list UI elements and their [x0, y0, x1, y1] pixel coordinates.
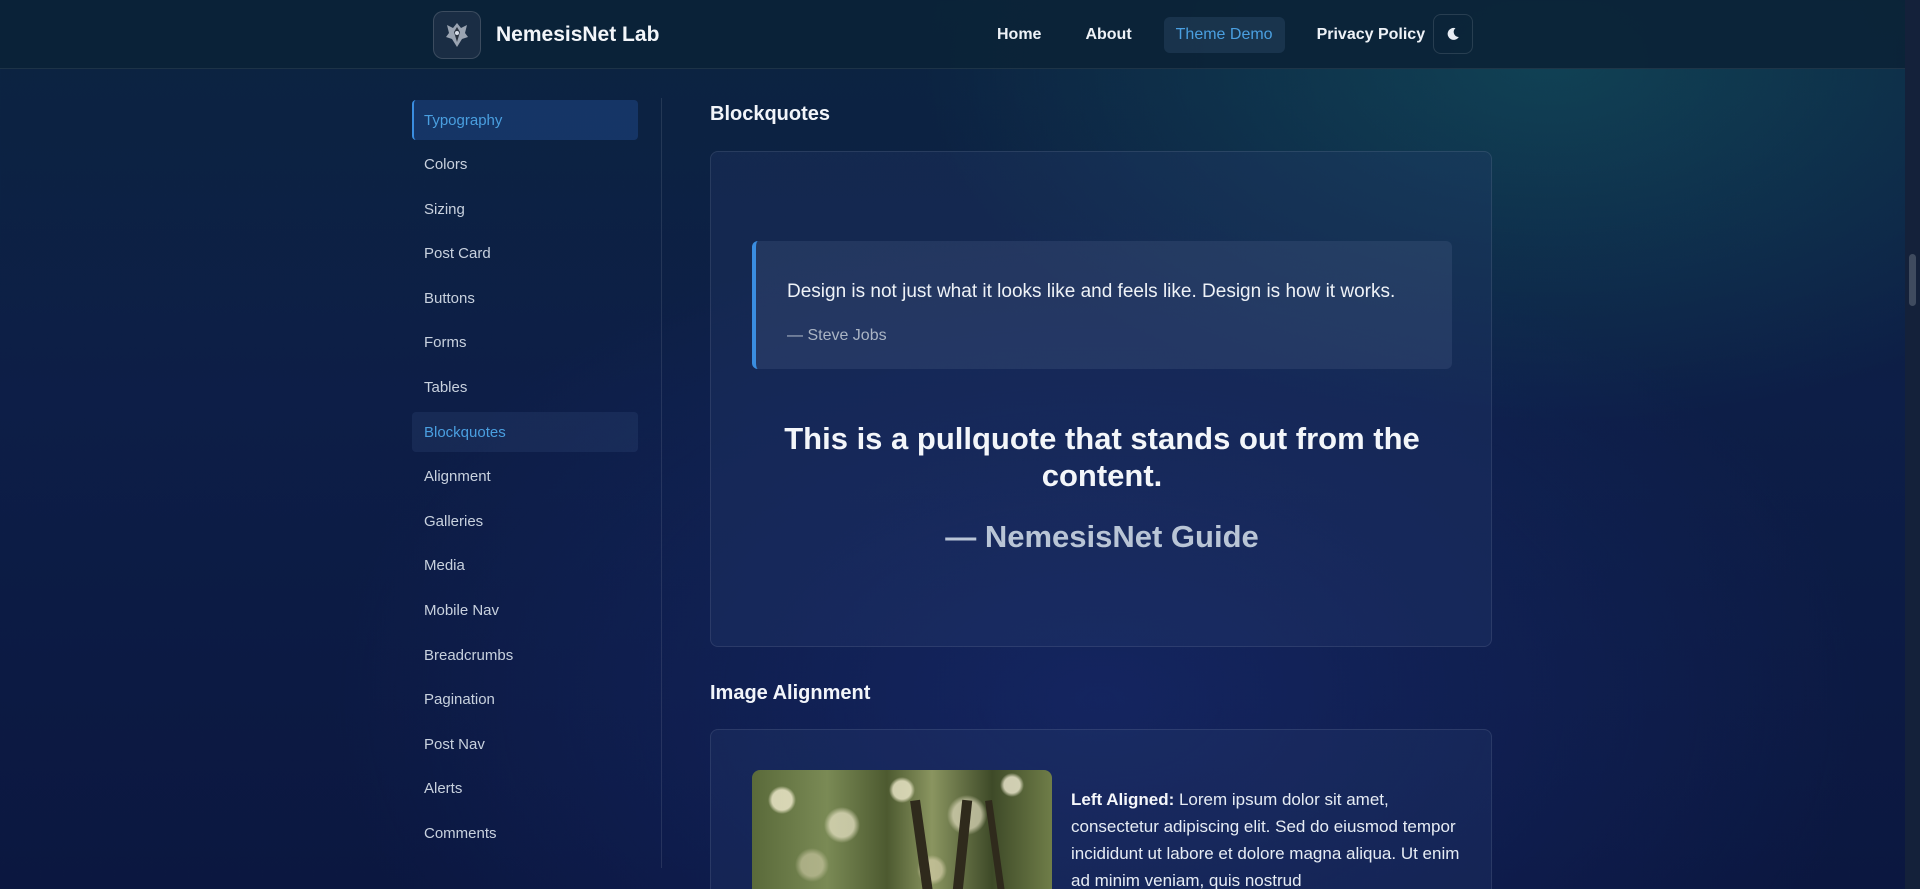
- theme-toggle-button[interactable]: [1433, 14, 1473, 54]
- sidebar-item-media[interactable]: Media: [412, 546, 638, 586]
- sidebar-item-buttons[interactable]: Buttons: [412, 278, 638, 318]
- brand-name: NemesisNet Lab: [496, 23, 660, 46]
- moon-icon: [1447, 27, 1459, 40]
- pullquote-text: This is a pullquote that stands out from…: [784, 421, 1420, 493]
- logo-icon: [433, 11, 481, 59]
- sidebar-item-pagination[interactable]: Pagination: [412, 680, 638, 720]
- sidebar-item-mobile-nav[interactable]: Mobile Nav: [412, 591, 638, 631]
- left-aligned-image: [752, 770, 1052, 889]
- left-aligned-text: Left Aligned: Lorem ipsum dolor sit amet…: [1071, 786, 1461, 889]
- image-alignment-card: Left Aligned: Lorem ipsum dolor sit amet…: [710, 729, 1492, 889]
- sidebar-item-alerts[interactable]: Alerts: [412, 769, 638, 809]
- sidebar-item-blockquotes[interactable]: Blockquotes: [412, 412, 638, 453]
- sidebar-item-forms[interactable]: Forms: [412, 323, 638, 363]
- sidebar-item-sizing[interactable]: Sizing: [412, 189, 638, 229]
- section-title-image-alignment: Image Alignment: [710, 682, 871, 704]
- sidebar-item-alignment[interactable]: Alignment: [412, 457, 638, 497]
- sidebar-item-comments[interactable]: Comments: [412, 814, 638, 854]
- scrollbar-thumb[interactable]: [1909, 254, 1916, 306]
- page-scrollbar[interactable]: [1905, 0, 1920, 889]
- sidebar-nav: Typography Colors Sizing Post Card Butto…: [412, 100, 638, 858]
- sidebar-divider: [661, 98, 662, 868]
- nav-home[interactable]: Home: [985, 17, 1053, 53]
- sidebar-item-post-card[interactable]: Post Card: [412, 234, 638, 274]
- nav-theme-demo[interactable]: Theme Demo: [1163, 17, 1285, 53]
- brand-link[interactable]: NemesisNet Lab: [433, 11, 659, 59]
- section-title-blockquotes: Blockquotes: [710, 103, 831, 125]
- nav-about[interactable]: About: [1073, 17, 1143, 53]
- pullquote-cite: — NemesisNet Guide: [945, 519, 1259, 554]
- sidebar-item-colors[interactable]: Colors: [412, 145, 638, 185]
- main-nav: Home About Theme Demo Privacy Policy: [985, 17, 1457, 53]
- nav-privacy-policy[interactable]: Privacy Policy: [1305, 17, 1438, 53]
- site-header: NemesisNet Lab Home About Theme Demo Pri…: [0, 0, 1905, 69]
- left-aligned-label: Left Aligned:: [1071, 790, 1175, 809]
- blockquote-cite: — Steve Jobs: [787, 327, 887, 344]
- sidebar-item-post-nav[interactable]: Post Nav: [412, 724, 638, 764]
- blockquote: Design is not just what it looks like an…: [752, 241, 1452, 369]
- sidebar-item-tables[interactable]: Tables: [412, 368, 638, 408]
- sidebar-item-breadcrumbs[interactable]: Breadcrumbs: [412, 635, 638, 675]
- blockquote-text: Design is not just what it looks like an…: [787, 281, 1396, 302]
- sidebar-item-galleries[interactable]: Galleries: [412, 501, 638, 541]
- blockquotes-card: Design is not just what it looks like an…: [710, 151, 1492, 647]
- sidebar-item-typography[interactable]: Typography: [412, 100, 638, 140]
